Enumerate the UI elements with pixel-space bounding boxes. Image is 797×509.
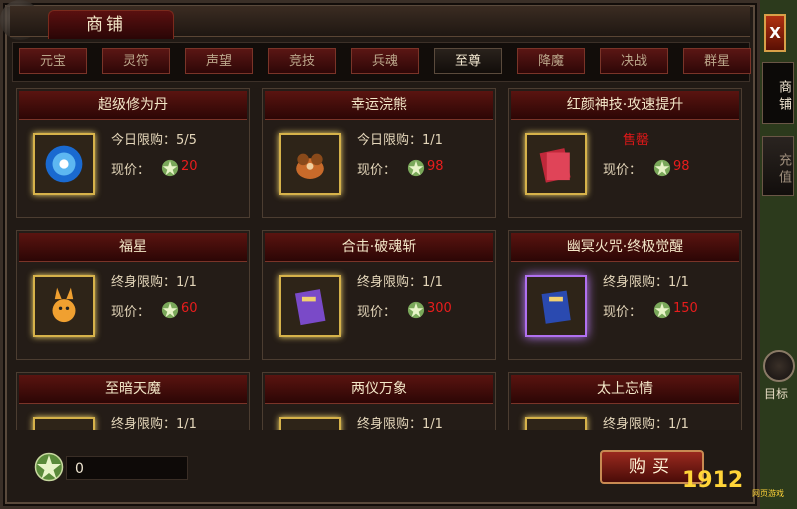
sold-out-label: 售罄 [623, 133, 650, 148]
star-gem-icon [407, 159, 425, 177]
purchase-limit: 终身限购：1/1 [111, 275, 197, 290]
price-value: 150 [673, 301, 698, 316]
raccoon-icon [279, 133, 341, 195]
shop-item-card[interactable]: 太上忘情 终身限购：1/1 [508, 372, 742, 430]
star-gem-icon [653, 159, 671, 177]
price-value: 300 [427, 301, 452, 316]
item-name: 合击·破魂斩 [265, 233, 493, 262]
price-value: 60 [181, 301, 198, 316]
tab-xiangmo[interactable]: 降魔 [517, 48, 585, 74]
star-gem-icon [653, 301, 671, 319]
category-tabs: 元宝 灵符 声望 竞技 兵魂 至尊 降魔 决战 群星 [12, 42, 751, 82]
shop-item-card[interactable]: 幸运浣熊 今日限购：1/1 现价： 98 [262, 88, 496, 218]
window-title: 商铺 [86, 15, 126, 35]
yin-yang-icon [279, 417, 341, 430]
price-label: 现价： [603, 163, 643, 178]
item-name: 幽冥火咒·终极觉醒 [511, 233, 739, 262]
watermark-logo: 1912 [682, 468, 744, 493]
star-gem-icon [161, 301, 179, 319]
purchase-limit: 今日限购：1/1 [357, 133, 443, 148]
price-label: 现价： [603, 305, 643, 320]
close-button[interactable]: X [764, 14, 786, 52]
tab-qunxing[interactable]: 群星 [683, 48, 751, 74]
fox-pet-icon [33, 275, 95, 337]
tab-juezhan[interactable]: 决战 [600, 48, 668, 74]
target-button[interactable] [763, 350, 795, 382]
item-name: 太上忘情 [511, 375, 739, 404]
purchase-limit: 终身限购：1/1 [603, 275, 689, 290]
tab-yuanbao[interactable]: 元宝 [19, 48, 87, 74]
price-label: 现价： [111, 305, 151, 320]
price-value: 20 [181, 159, 198, 174]
price-value: 98 [427, 159, 444, 174]
star-gem-icon [407, 301, 425, 319]
item-name: 超级修为丹 [19, 91, 247, 120]
purchase-limit: 终身限购：1/1 [357, 275, 443, 290]
item-name: 幸运浣熊 [265, 91, 493, 120]
target-label: 目标 [764, 387, 789, 401]
price-label: 现价： [111, 163, 151, 178]
item-name: 红颜神技·攻速提升 [511, 91, 739, 120]
item-grid: 超级修为丹 今日限购：5/5 现价： 20 幸运浣熊 今日限购：1/1 现价： … [14, 86, 744, 430]
item-name: 福星 [19, 233, 247, 262]
currency-balance: 0 [66, 456, 188, 480]
heart-icon [525, 417, 587, 430]
shop-item-card[interactable]: 福星 终身限购：1/1 现价： 60 [16, 230, 250, 360]
shop-item-card[interactable]: 至暗天魔 终身限购：1/1 [16, 372, 250, 430]
shop-item-card[interactable]: 幽冥火咒·终极觉醒 终身限购：1/1 现价： 150 [508, 230, 742, 360]
shop-item-card[interactable]: 超级修为丹 今日限购：5/5 现价： 20 [16, 88, 250, 218]
price-label: 现价： [357, 305, 397, 320]
side-tab-shop[interactable]: 商铺 [762, 62, 794, 124]
tab-jingji[interactable]: 竞技 [268, 48, 336, 74]
item-name: 两仪万象 [265, 375, 493, 404]
tab-zhizun[interactable]: 至尊 [434, 48, 502, 74]
purple-book-icon [279, 275, 341, 337]
purchase-limit: 今日限购：5/5 [111, 133, 197, 148]
price-value: 98 [673, 159, 690, 174]
tab-lingfu[interactable]: 灵符 [102, 48, 170, 74]
tab-shengwang[interactable]: 声望 [185, 48, 253, 74]
watermark-subtext: 网页游戏 [752, 489, 784, 498]
purchase-limit: 终身限购：1/1 [603, 417, 689, 430]
dark-demon-icon [33, 417, 95, 430]
shop-item-card[interactable]: 红颜神技·攻速提升 售罄 现价： 98 [508, 88, 742, 218]
shop-item-card[interactable]: 两仪万象 终身限购：1/1 [262, 372, 496, 430]
blue-book-icon [525, 275, 587, 337]
star-gem-icon [34, 452, 64, 482]
tab-binghun[interactable]: 兵魂 [351, 48, 419, 74]
price-label: 现价： [357, 163, 397, 178]
shop-item-card[interactable]: 合击·破魂斩 终身限购：1/1 现价： 300 [262, 230, 496, 360]
star-gem-icon [161, 159, 179, 177]
item-name: 至暗天魔 [19, 375, 247, 404]
side-tab-recharge[interactable]: 充值 [762, 136, 794, 196]
purchase-limit: 终身限购：1/1 [357, 417, 443, 430]
red-scroll-book-icon [525, 133, 587, 195]
purchase-limit: 终身限购：1/1 [111, 417, 197, 430]
blue-orb-icon [33, 133, 95, 195]
